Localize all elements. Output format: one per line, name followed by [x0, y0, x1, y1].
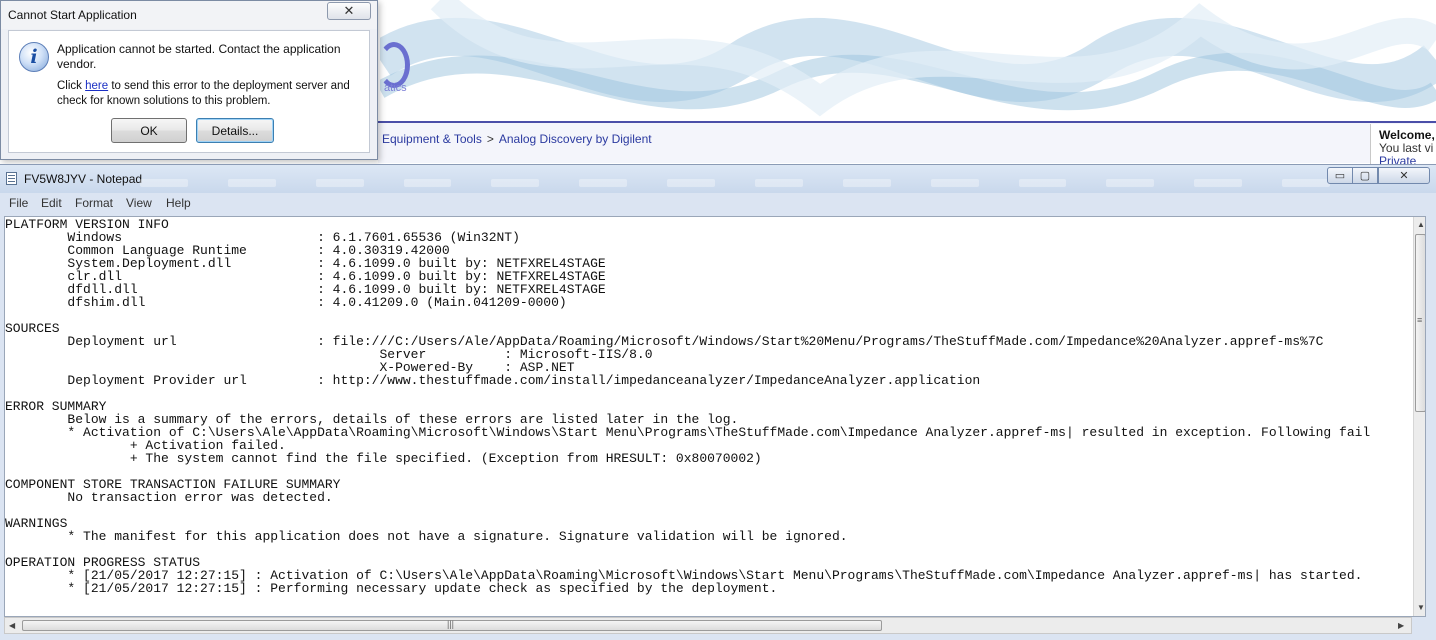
scroll-left-arrow-icon[interactable]: ◀: [9, 621, 15, 630]
dialog-close-button[interactable]: ✕: [327, 2, 371, 20]
notepad-title: FV5W8JYV - Notepad: [24, 172, 143, 186]
welcome-panel: Welcome, You last vi Private Me: [1370, 124, 1436, 164]
text-editor[interactable]: PLATFORM VERSION INFO Windows : 6.1.7601…: [4, 216, 1426, 617]
breadcrumb-link-equipment[interactable]: Equipment & Tools: [382, 132, 482, 146]
menubar: File Edit Format View Help: [0, 193, 1436, 213]
menu-file[interactable]: File: [9, 196, 28, 210]
header-wave-graphic: [380, 0, 1436, 117]
menu-edit[interactable]: Edit: [41, 196, 62, 210]
welcome-title: Welcome,: [1379, 128, 1435, 142]
maximize-icon: ▢: [1359, 170, 1371, 182]
vertical-scrollbar[interactable]: ▲ ≡ ▼: [1413, 217, 1425, 616]
information-icon: i: [19, 42, 49, 72]
cannot-start-dialog: Cannot Start Application ✕ i Application…: [0, 0, 378, 160]
dialog-title: Cannot Start Application: [8, 8, 137, 22]
close-button[interactable]: ✕: [1378, 167, 1430, 184]
dialog-body: i Application cannot be started. Contact…: [8, 30, 370, 153]
horizontal-scroll-thumb[interactable]: |||: [22, 619, 882, 631]
notepad-titlebar[interactable]: FV5W8JYV - Notepad ▭ ▢ ✕: [0, 165, 1436, 193]
menu-format[interactable]: Format: [75, 196, 113, 210]
scroll-right-arrow-icon[interactable]: ▶: [1398, 621, 1404, 630]
breadcrumb-separator: >: [486, 132, 494, 146]
minimize-button[interactable]: ▭: [1327, 167, 1353, 184]
welcome-subtext: You last vi: [1379, 141, 1434, 155]
breadcrumb-link-analog-discovery[interactable]: Analog Discovery by Digilent: [499, 132, 652, 146]
close-icon: ✕: [343, 3, 355, 18]
vertical-scroll-thumb[interactable]: ≡: [1415, 234, 1425, 412]
horizontal-scrollbar[interactable]: ◀ ||| ▶: [4, 617, 1412, 634]
scroll-down-arrow-icon[interactable]: ▼: [1417, 603, 1425, 612]
send-error-link[interactable]: here: [85, 80, 108, 92]
log-content[interactable]: PLATFORM VERSION INFO Windows : 6.1.7601…: [5, 218, 1370, 595]
ok-button[interactable]: OK: [111, 118, 187, 143]
menu-help[interactable]: Help: [166, 196, 191, 210]
dialog-titlebar[interactable]: Cannot Start Application ✕: [1, 1, 377, 29]
close-icon: ✕: [1399, 170, 1409, 182]
scroll-grip-icon: ≡: [1417, 315, 1423, 325]
dialog-message: Application cannot be started. Contact t…: [57, 42, 341, 71]
notepad-app-icon[interactable]: [6, 172, 17, 185]
detail-text-pre: Click: [57, 80, 86, 92]
dialog-detail-message: Click here to send this error to the dep…: [57, 79, 357, 109]
hscroll-grip-icon: |||: [447, 619, 455, 629]
details-button[interactable]: Details...: [196, 118, 274, 143]
behind-window-menu-ghost: [140, 179, 1331, 189]
site-logo-text: atics: [384, 82, 407, 94]
breadcrumb: Equipment & Tools > Analog Discovery by Di…: [382, 132, 652, 146]
menu-view[interactable]: View: [126, 196, 152, 210]
private-messages-link[interactable]: Private Me: [1379, 154, 1416, 165]
maximize-button[interactable]: ▢: [1352, 167, 1378, 184]
resize-grip[interactable]: [1412, 617, 1432, 634]
scroll-up-arrow-icon[interactable]: ▲: [1417, 220, 1425, 229]
notepad-window: FV5W8JYV - Notepad ▭ ▢ ✕ File Edit Forma…: [0, 164, 1436, 640]
minimize-icon: ▭: [1334, 170, 1346, 182]
